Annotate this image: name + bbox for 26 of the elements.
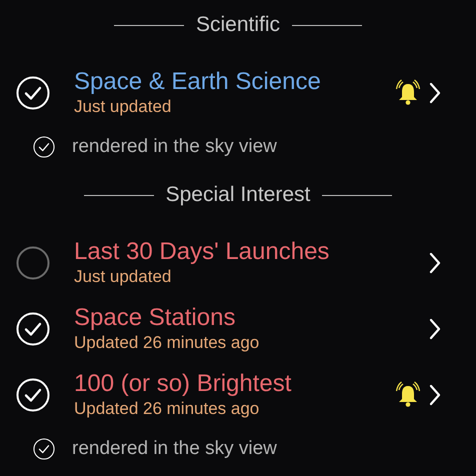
checked-circle-icon[interactable] <box>16 378 50 412</box>
list-row[interactable]: Last 30 Days' Launches Just updated <box>0 230 476 296</box>
list-row[interactable]: Space & Earth Science Just updated <box>0 60 476 126</box>
checked-circle-icon[interactable] <box>33 438 55 460</box>
row-title: Space & Earth Science <box>74 68 322 96</box>
chevron-right-icon <box>428 82 442 104</box>
list-row[interactable]: 100 (or so) Brightest Updated 26 minutes ago <box>0 362 476 428</box>
sky-view-label: rendered in the sky view <box>72 436 277 461</box>
row-title: 100 (or so) Brightest <box>74 370 292 398</box>
chevron-right-icon <box>428 318 442 340</box>
chevron-right-icon <box>428 384 442 406</box>
checked-circle-icon[interactable] <box>16 312 50 346</box>
section-header: Scientific <box>196 12 280 38</box>
checked-circle-icon[interactable] <box>16 76 50 110</box>
sky-view-label: rendered in the sky view <box>72 134 277 159</box>
empty-circle-icon[interactable] <box>16 246 50 280</box>
checked-circle-icon[interactable] <box>33 136 55 158</box>
list-row[interactable]: Space Stations Updated 26 minutes ago <box>0 296 476 362</box>
row-title: Space Stations <box>74 304 236 332</box>
section-header: Special Interest <box>166 182 310 208</box>
chevron-right-icon <box>428 252 442 274</box>
row-subtitle: Updated 26 minutes ago <box>74 398 260 420</box>
row-subtitle: Just updated <box>74 266 172 288</box>
row-subtitle: Updated 26 minutes ago <box>74 332 260 354</box>
row-subtitle: Just updated <box>74 96 172 118</box>
row-title: Last 30 Days' Launches <box>74 238 330 266</box>
